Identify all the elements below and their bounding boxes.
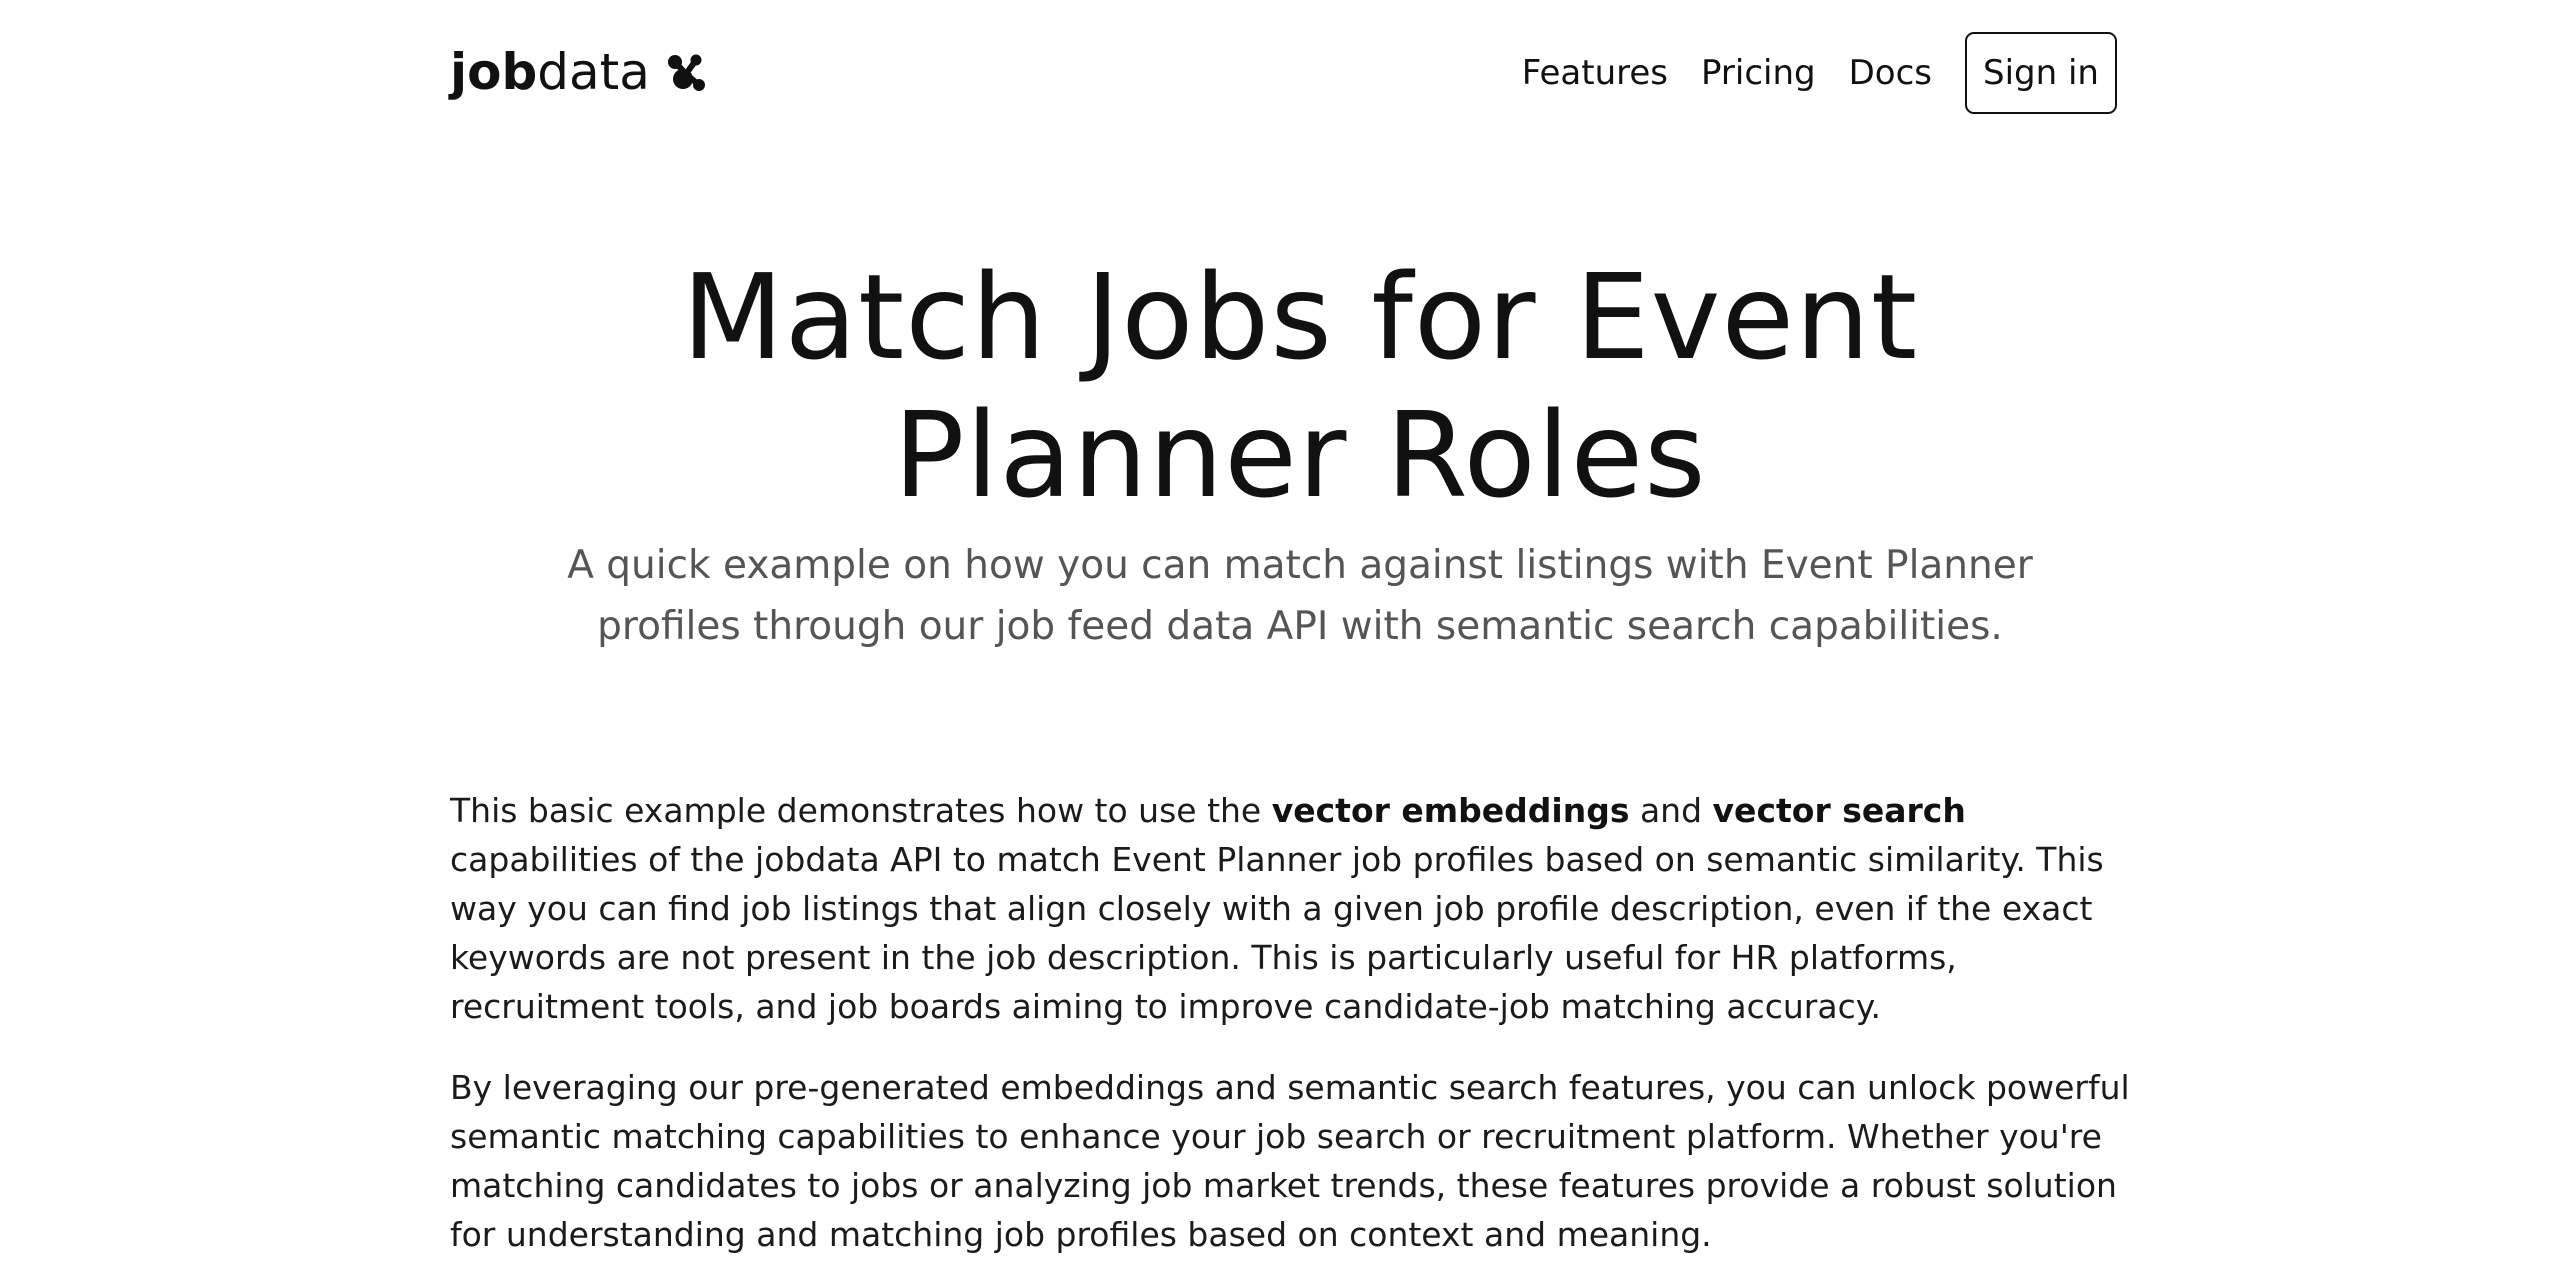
main-nav: Features Pricing Docs Sign in <box>1522 30 2117 116</box>
sign-in-button[interactable]: Sign in <box>1965 32 2117 114</box>
intro-paragraph: This basic example demonstrates how to u… <box>450 786 2150 1031</box>
page-subtitle: A quick example on how you can match aga… <box>567 543 2033 649</box>
intro-strong-embeddings: vector embeddings <box>1271 791 1630 830</box>
logo-text-bold: job <box>450 43 538 101</box>
page-title: Match Jobs for Event Planner Roles <box>681 248 1919 524</box>
nav-link-pricing[interactable]: Pricing <box>1701 53 1816 93</box>
logo-text-light: data <box>537 43 650 101</box>
intro-text-start: This basic example demonstrates how to u… <box>450 791 1272 830</box>
intro-strong-search: vector search <box>1712 791 1966 830</box>
site-header: job data Features Pricing Docs Sign in <box>450 30 2150 120</box>
intro-text-mid: and <box>1629 791 1713 830</box>
logo-molecule-icon <box>667 54 705 91</box>
nav-link-docs[interactable]: Docs <box>1849 53 1932 93</box>
nav-link-features[interactable]: Features <box>1522 53 1668 93</box>
intro-text-end: capabilities of the jobdata API to match… <box>450 840 2104 1026</box>
logo[interactable]: job data <box>450 42 706 102</box>
benefits-paragraph: By leveraging our pre-generated embeddin… <box>450 1068 2130 1254</box>
